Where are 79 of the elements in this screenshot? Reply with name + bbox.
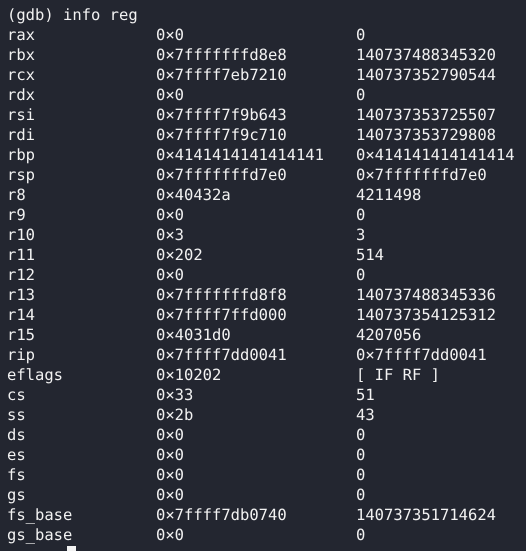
hex-value: 0×7ffff7dd0041: [156, 345, 288, 365]
register-name: r11: [7, 245, 36, 265]
natural-value: [ IF RF ]: [356, 365, 441, 385]
register-name: r8: [7, 185, 27, 205]
register-name: fs: [7, 465, 27, 485]
register-name: rsp: [7, 165, 36, 185]
register-name: rbx: [7, 45, 36, 65]
natural-value: 43: [356, 405, 376, 425]
register-name: r9: [7, 205, 27, 225]
natural-value: 140737351714624: [356, 505, 497, 525]
hex-value: 0×40432a: [156, 185, 232, 205]
natural-value: 3: [356, 225, 366, 245]
register-name: eflags: [7, 365, 64, 385]
natural-value: 0: [356, 205, 366, 225]
register-name: rbp: [7, 145, 36, 165]
natural-value: 0: [356, 465, 366, 485]
natural-value: 51: [356, 385, 376, 405]
register-name: rcx: [7, 65, 36, 85]
register-name: r13: [7, 285, 36, 305]
natural-value: 140737353725507: [356, 105, 497, 125]
natural-value: 0: [356, 425, 366, 445]
natural-value: 0×7ffff7dd0041: [356, 345, 488, 365]
hex-value: 0×7fffffffd8f8: [156, 285, 288, 305]
hex-value: 0×0: [156, 425, 185, 445]
hex-value: 0×7fffffffd7e0: [156, 165, 288, 185]
natural-value: 0: [356, 85, 366, 105]
natural-value: 140737352790544: [356, 65, 497, 85]
hex-value: 0×7ffff7f9b643: [156, 105, 288, 125]
natural-value: 140737354125312: [356, 305, 497, 325]
natural-value: 0: [356, 25, 366, 45]
register-name: rdi: [7, 125, 36, 145]
hex-value: 0×7ffff7eb7210: [156, 65, 288, 85]
hex-value: 0×4031d0: [156, 325, 232, 345]
register-name: cs: [7, 385, 27, 405]
register-name: rax: [7, 25, 36, 45]
natural-value: 0: [356, 525, 366, 545]
register-name: gs_base: [7, 525, 74, 545]
hex-value: 0×0: [156, 85, 185, 105]
hex-value: 0×0: [156, 25, 185, 45]
hex-value: 0×3: [156, 225, 185, 245]
command-line: (gdb) info reg: [7, 6, 138, 24]
register-name: r12: [7, 265, 36, 285]
natural-value: 4211498: [356, 185, 422, 205]
register-name: r15: [7, 325, 36, 345]
natural-value: 140737488345320: [356, 45, 497, 65]
hex-value: 0×7ffff7ffd000: [156, 305, 288, 325]
register-name: ds: [7, 425, 27, 445]
hex-value: 0×7ffff7db0740: [156, 505, 288, 525]
register-name: rdx: [7, 85, 36, 105]
natural-value: 140737488345336: [356, 285, 497, 305]
hex-value: 0×0: [156, 265, 185, 285]
hex-value: 0×0: [156, 445, 185, 465]
natural-value: 0×7fffffffd7e0: [356, 165, 488, 185]
natural-value: 0×414141414141414: [356, 145, 516, 165]
hex-value: 0×0: [156, 525, 185, 545]
hex-value: 0×0: [156, 465, 185, 485]
hex-value: 0×0: [156, 205, 185, 225]
hex-value: 0×202: [156, 245, 204, 265]
hex-value: 0×7fffffffd8e8: [156, 45, 288, 65]
hex-value: 0×2b: [156, 405, 194, 425]
hex-value: 0×0: [156, 485, 185, 505]
register-name: rip: [7, 345, 36, 365]
register-name: rsi: [7, 105, 36, 125]
hex-value: 0×4141414141414141: [156, 145, 325, 165]
hex-value: 0×10202: [156, 365, 222, 385]
register-name: gs: [7, 485, 27, 505]
natural-value: 514: [356, 245, 385, 265]
natural-value: 4207056: [356, 325, 422, 345]
register-name: ss: [7, 405, 27, 425]
register-name: r14: [7, 305, 36, 325]
natural-value: 140737353729808: [356, 125, 497, 145]
hex-value: 0×7ffff7f9c710: [156, 125, 288, 145]
natural-value: 0: [356, 445, 366, 465]
natural-value: 0: [356, 485, 366, 505]
hex-value: 0×33: [156, 385, 194, 405]
register-name: es: [7, 445, 27, 465]
register-name: r10: [7, 225, 36, 245]
natural-value: 0: [356, 265, 366, 285]
register-name: fs_base: [7, 505, 74, 525]
